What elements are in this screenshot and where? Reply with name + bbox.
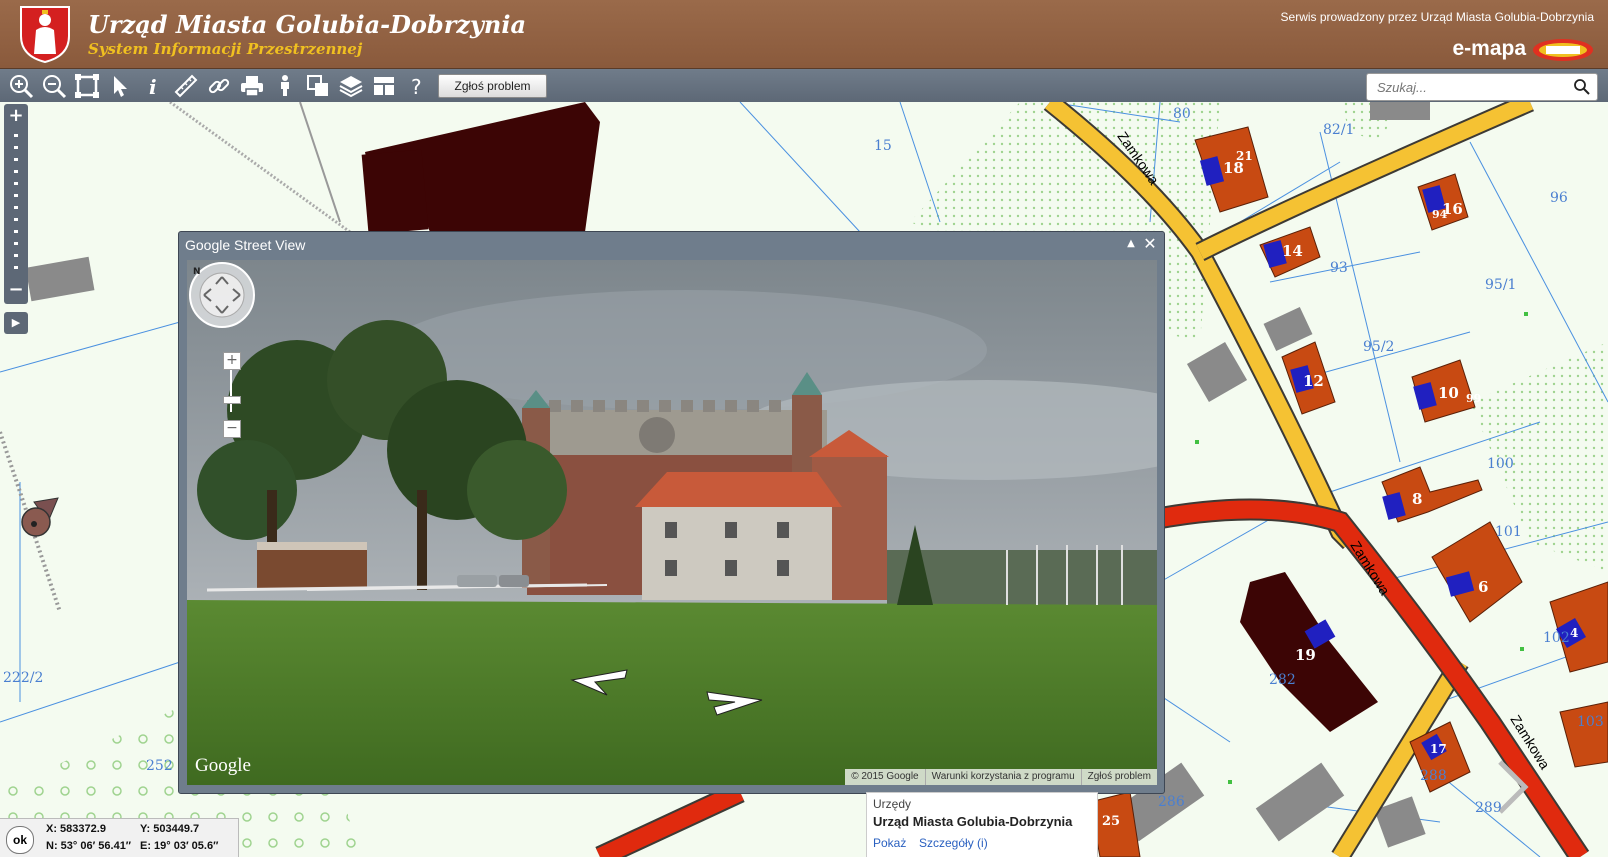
info-category: Urzędy: [873, 797, 912, 811]
street-view-window: Google Street View ▲ ✕ N + − Google © 20…: [178, 231, 1165, 794]
search-icon[interactable]: [1573, 78, 1591, 96]
show-link[interactable]: Pokaż: [873, 836, 906, 850]
search-input[interactable]: [1375, 77, 1569, 97]
terms-link[interactable]: Warunki korzystania z programu: [924, 769, 1081, 785]
parcel-label: 102: [1543, 630, 1570, 646]
street-view-footer: © 2015 Google Warunki korzystania z prog…: [845, 769, 1157, 785]
parcel-label: 282: [1269, 672, 1296, 688]
house-number: 12: [1303, 372, 1324, 390]
compass-north-label: N: [193, 267, 201, 277]
parcel-label: 286: [1158, 794, 1185, 810]
report-problem-link[interactable]: Zgłoś problem: [1080, 769, 1157, 785]
map-zoom-out-button[interactable]: −: [4, 280, 28, 300]
house-number: 25: [1102, 814, 1121, 829]
parcel-label: 288: [1420, 768, 1447, 784]
parcel-label: 95/1: [1485, 277, 1517, 293]
parcel-label: 15: [874, 138, 892, 154]
site-title: Urząd Miasta Golubia-Dobrzynia: [88, 10, 527, 39]
house-number: 10: [1438, 384, 1459, 402]
house-number: 4: [1570, 626, 1579, 640]
svg-text:i: i: [149, 75, 157, 99]
panorama-image: [187, 260, 1157, 785]
layers-icon[interactable]: [338, 73, 364, 99]
map-zoom-in-button[interactable]: +: [4, 106, 28, 126]
parcel-label: 252: [146, 758, 173, 774]
geo-system-logo-icon: [1533, 39, 1593, 61]
coord-lon: E: 19° 03′ 05.6″: [140, 840, 219, 852]
house-number: 8: [1412, 490, 1423, 508]
map-building-gray: [1186, 341, 1248, 403]
street-view-title: Google Street View: [185, 237, 306, 253]
house-number: 21: [1236, 149, 1253, 163]
select-arrow-icon[interactable]: [107, 73, 133, 99]
street-view-person-icon[interactable]: [272, 73, 298, 99]
map-building-gray: [1263, 306, 1313, 352]
parcel-label: 100: [1487, 456, 1514, 472]
house-number: 94: [1432, 208, 1448, 221]
close-window-icon[interactable]: ✕: [1142, 236, 1158, 252]
map-building-gray: [1370, 102, 1430, 120]
app-root: Urząd Miasta Golubia-Dobrzynia System In…: [0, 0, 1608, 857]
house-number: 19: [1295, 646, 1316, 664]
coord-x: X: 583372.9: [46, 823, 106, 835]
zoom-out-icon[interactable]: [41, 73, 67, 99]
measure-ruler-icon[interactable]: [173, 73, 199, 99]
collapse-window-icon[interactable]: ▲: [1124, 237, 1138, 251]
copyright-text: © 2015 Google: [851, 771, 919, 782]
info-popup: Urzędy Urząd Miasta Golubia-Dobrzynia Po…: [866, 792, 1098, 857]
link-icon[interactable]: [206, 73, 232, 99]
zoom-level-ticks[interactable]: [14, 134, 18, 274]
parcel-label: 289: [1475, 800, 1502, 816]
parcel-label: 222/2: [3, 670, 44, 686]
info-name: Urząd Miasta Golubia-Dobrzynia: [873, 814, 1073, 829]
street-view-zoom-out-button[interactable]: −: [223, 420, 241, 438]
parcel-label: 101: [1495, 524, 1522, 540]
overlay-icon[interactable]: [305, 73, 331, 99]
map-zoom-slider[interactable]: + −: [4, 104, 28, 304]
street-view-compass-icon[interactable]: N: [187, 260, 257, 330]
coordinates-panel: ok X: 583372.9 Y: 503449.7 N: 53° 06′ 56…: [0, 818, 239, 857]
info-icon[interactable]: i: [140, 73, 166, 99]
details-link[interactable]: Szczegóły (i): [919, 836, 988, 850]
site-subtitle: System Informacji Przestrzennej: [88, 40, 363, 58]
parcel-label: 82/1: [1323, 122, 1355, 138]
parcel-label: 96: [1550, 190, 1568, 206]
map-building: [1559, 701, 1608, 768]
parcel-label: 93: [1330, 260, 1348, 276]
street-view-zoom-knob[interactable]: [223, 396, 241, 404]
emapa-brand: e-mapa: [1452, 37, 1526, 60]
house-number: 17: [1430, 742, 1447, 756]
parcel-label: 103: [1577, 714, 1604, 730]
house-number: 6: [1478, 578, 1489, 596]
parcel-label: 95/2: [1363, 339, 1395, 355]
layout-icon[interactable]: [371, 73, 397, 99]
city-crest-icon: [20, 6, 70, 64]
map-building-gray: [1255, 762, 1345, 842]
print-icon[interactable]: [239, 73, 265, 99]
zoom-extent-icon[interactable]: [74, 73, 100, 99]
coord-lat: N: 53° 06′ 56.41″: [46, 840, 132, 852]
expand-panel-button[interactable]: ▶: [4, 312, 28, 334]
street-view-pointer-icon: [21, 497, 59, 537]
street-view-zoom-in-button[interactable]: +: [223, 352, 241, 370]
street-view-zoom-track[interactable]: [230, 370, 232, 412]
house-number: 14: [1282, 242, 1303, 260]
help-icon[interactable]: ?: [404, 73, 430, 99]
header-bar: Urząd Miasta Golubia-Dobrzynia System In…: [0, 0, 1608, 69]
google-logo: Google: [195, 755, 251, 776]
service-provider-text: Serwis prowadzony przez Urząd Miasta Gol…: [1280, 10, 1594, 24]
search-box: [1366, 73, 1598, 101]
svg-text:?: ?: [411, 75, 422, 99]
coord-y: Y: 503449.7: [140, 823, 200, 835]
zoom-in-icon[interactable]: [8, 73, 34, 99]
parcel-label: 80: [1173, 106, 1191, 122]
toolbar: i ? Zgłoś problem: [0, 69, 1608, 103]
street-view-panorama[interactable]: N + − Google © 2015 Google Warunki korzy…: [187, 260, 1157, 785]
map-building-gray: [25, 256, 95, 302]
report-problem-button[interactable]: Zgłoś problem: [438, 74, 547, 98]
house-number: 99: [1466, 392, 1482, 405]
ok-button[interactable]: ok: [6, 826, 34, 854]
